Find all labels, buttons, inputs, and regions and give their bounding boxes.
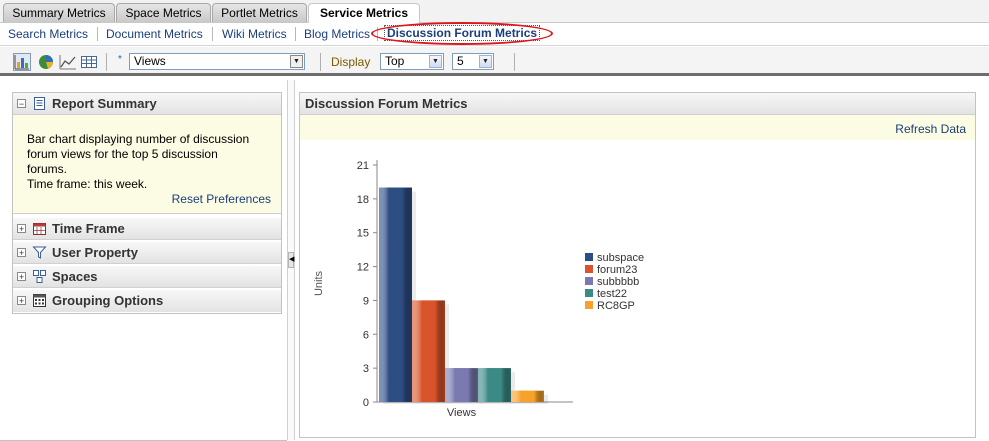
subtab-separator (295, 27, 296, 41)
legend-label: test22 (597, 288, 627, 300)
report-icon (32, 96, 47, 111)
tab-portlet-metrics[interactable]: Portlet Metrics (212, 3, 307, 22)
toolbar-separator (106, 53, 107, 71)
bar-chart-view-icon[interactable] (13, 53, 31, 71)
toolbar-separator (320, 53, 321, 71)
grouping-options-header[interactable]: + Grouping Options (13, 290, 281, 312)
tab-space-metrics[interactable]: Space Metrics (116, 3, 211, 22)
x-axis-label: Views (447, 407, 477, 419)
legend-swatch (585, 277, 593, 285)
chevron-down-icon: ▼ (479, 55, 492, 68)
legend-swatch (585, 289, 593, 297)
left-panel: − Report Summary Bar chart displaying nu… (12, 92, 282, 314)
summary-line: Bar chart displaying number of discussio… (27, 132, 250, 146)
subtab-wiki-metrics[interactable]: Wiki Metrics (222, 27, 287, 41)
y-tick-label: 21 (357, 160, 369, 172)
toolbar-separator (514, 53, 515, 71)
display-select[interactable]: Top ▼ (380, 53, 444, 70)
expand-icon[interactable]: + (17, 248, 26, 258)
grouping-icon (32, 293, 47, 308)
highlight-annotation-oval (371, 22, 553, 45)
refresh-band: Refresh Data (300, 115, 975, 140)
table-view-icon[interactable] (80, 53, 98, 71)
expand-icon[interactable]: + (17, 272, 26, 282)
report-summary-body: Bar chart displaying number of discussio… (13, 115, 281, 214)
expand-icon[interactable]: + (17, 296, 26, 306)
collapse-left-arrow-icon[interactable]: ◀ (288, 252, 294, 268)
legend-label: forum23 (597, 264, 637, 276)
collapse-icon[interactable]: − (17, 99, 26, 109)
y-tick-label: 0 (363, 397, 369, 409)
pie-chart-view-icon[interactable] (37, 53, 55, 71)
chevron-down-icon: ▼ (429, 55, 442, 68)
display-label: Display (331, 55, 371, 69)
legend-label: RC8GP (597, 300, 635, 312)
summary-text: Bar chart displaying number of discussio… (27, 132, 267, 192)
chevron-down-icon: ▼ (290, 55, 303, 68)
summary-line: forums. (27, 162, 68, 176)
y-tick-label: 18 (357, 194, 369, 206)
top-tab-bar: Summary Metrics Space Metrics Portlet Me… (0, 0, 989, 23)
legend-swatch (585, 301, 593, 309)
summary-line: forum views for the top 5 discussion (27, 147, 218, 161)
metric-select[interactable]: Views ▼ (129, 53, 305, 70)
bar-highlight (445, 368, 478, 402)
calendar-icon (32, 221, 47, 236)
spaces-label: Spaces (52, 269, 98, 284)
required-asterisk: * (118, 54, 122, 65)
legend-label: subspace (597, 252, 644, 264)
user-property-label: User Property (52, 245, 138, 260)
subtab-search-metrics[interactable]: Search Metrics (8, 27, 88, 41)
line-chart-view-icon[interactable] (59, 53, 77, 71)
legend-swatch (585, 253, 593, 261)
report-summary-label: Report Summary (52, 96, 157, 111)
y-tick-label: 3 (363, 363, 369, 375)
toolbar: * Views ▼ Display Top ▼ 5 ▼ (0, 47, 989, 76)
chart-panel-title: Discussion Forum Metrics (305, 96, 468, 111)
expand-icon[interactable]: + (17, 224, 26, 234)
subtab-blog-metrics[interactable]: Blog Metrics (304, 27, 370, 41)
y-tick-label: 15 (357, 228, 369, 240)
bar-chart: 0 3 6 9 12 15 18 21 Units Views subspaceforum23sub… (313, 160, 644, 419)
user-property-header[interactable]: + User Property (13, 242, 281, 264)
reset-preferences-link[interactable]: Reset Preferences (172, 192, 271, 206)
bar-highlight (478, 368, 511, 402)
count-select-value: 5 (457, 54, 464, 68)
legend-label: subbbbb (597, 276, 639, 288)
y-tick-label: 9 (363, 295, 369, 307)
summary-line: Time frame: this week. (27, 177, 148, 191)
tab-summary-metrics[interactable]: Summary Metrics (3, 3, 115, 22)
bar-highlight (379, 187, 412, 402)
subtab-document-metrics[interactable]: Document Metrics (106, 27, 203, 41)
y-tick-label: 12 (357, 262, 369, 274)
spaces-icon (32, 269, 47, 284)
subtab-separator (212, 27, 213, 41)
grouping-options-label: Grouping Options (52, 293, 164, 308)
report-summary-header[interactable]: − Report Summary (13, 93, 281, 115)
metric-select-value: Views (134, 54, 166, 68)
legend-swatch (585, 265, 593, 273)
bar-highlight (511, 390, 544, 402)
filter-icon (32, 245, 47, 260)
right-panel: Discussion Forum Metrics Refresh Data 0 3… (299, 92, 976, 438)
bar-highlight (412, 300, 445, 402)
panel-splitter[interactable]: ◀ (287, 80, 295, 440)
count-select[interactable]: 5 ▼ (452, 53, 494, 70)
y-tick-label: 6 (363, 329, 369, 341)
time-frame-header[interactable]: + Time Frame (13, 218, 281, 240)
time-frame-label: Time Frame (52, 221, 125, 236)
y-axis-label: Units (313, 270, 325, 296)
subtab-separator (97, 27, 98, 41)
refresh-data-link[interactable]: Refresh Data (895, 122, 966, 136)
tab-service-metrics[interactable]: Service Metrics (308, 3, 420, 23)
display-select-value: Top (385, 54, 405, 68)
chart-panel-header: Discussion Forum Metrics (300, 93, 975, 115)
spaces-header[interactable]: + Spaces (13, 266, 281, 288)
